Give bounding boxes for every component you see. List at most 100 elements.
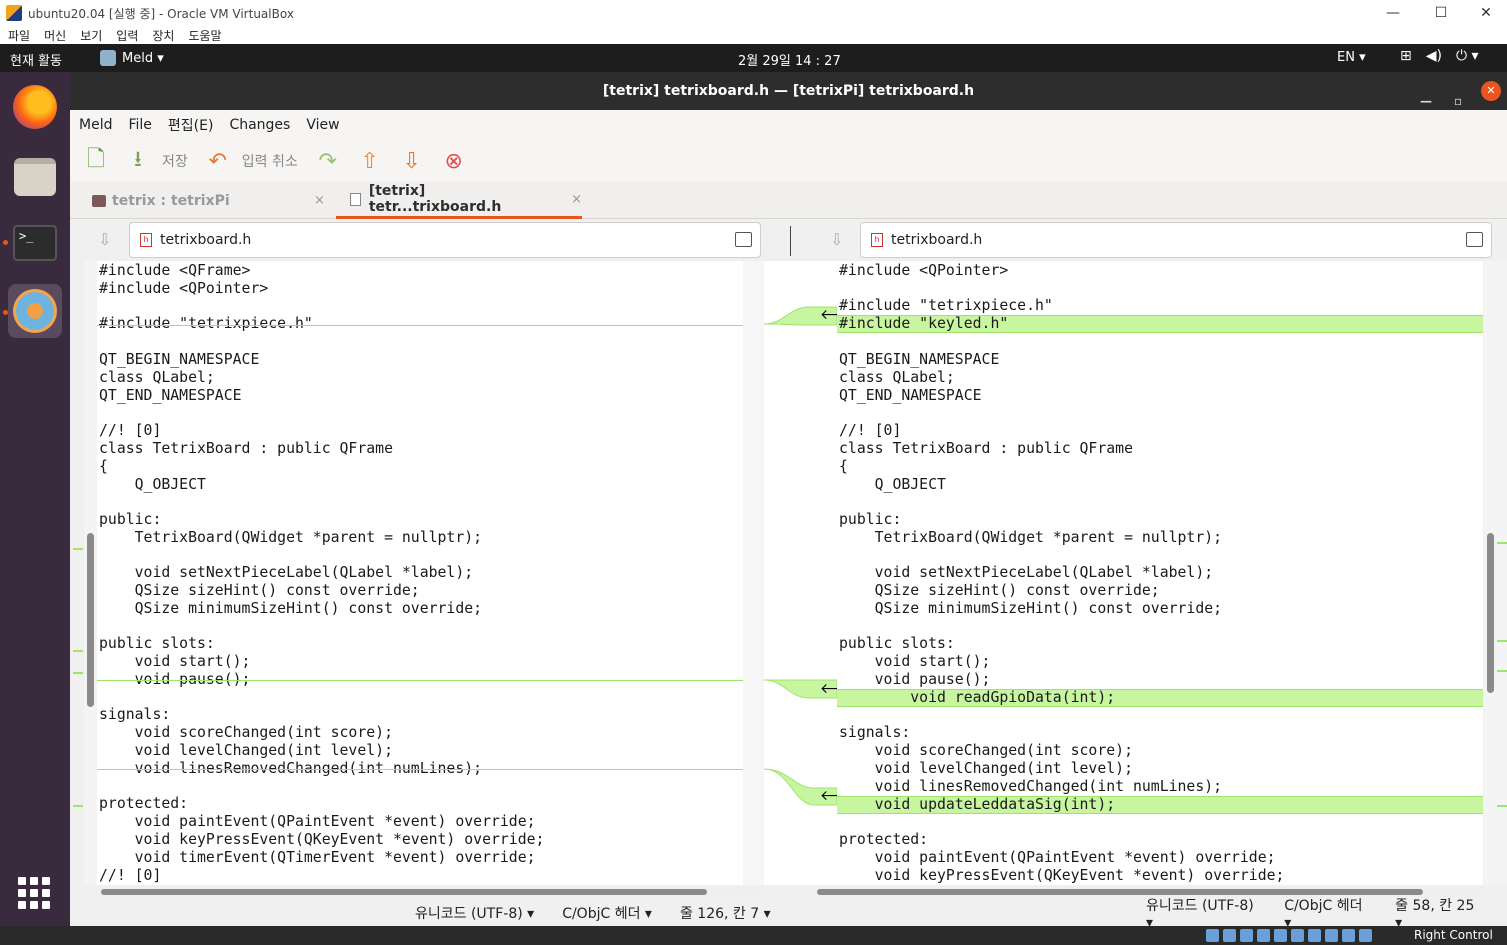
code-line[interactable]: #include <QPointer> (839, 262, 1008, 280)
menu-changes[interactable]: Changes (229, 117, 290, 133)
left-encoding-selector[interactable]: 유니코드 (UTF-8) ▾ (415, 903, 534, 923)
code-line[interactable]: public slots: (839, 635, 955, 653)
new-comparison-button[interactable]: 🗋 (84, 147, 108, 173)
left-code-pane[interactable]: #include <QFrame> #include <QPointer> #inc… (97, 261, 764, 885)
code-line[interactable]: { (839, 458, 848, 476)
volume-icon[interactable]: ◀) (1426, 48, 1442, 64)
left-cursor-position[interactable]: 줄 126, 칸 7 ▾ (680, 903, 771, 923)
code-line[interactable]: TetrixBoard(QWidget *parent = nullptr); (839, 529, 1222, 547)
code-line[interactable]: Q_OBJECT (99, 476, 206, 494)
system-tray[interactable]: ⊞ ◀) ⏻ ▾ (1400, 48, 1479, 64)
menu-file[interactable]: File (128, 117, 151, 133)
code-line[interactable]: Q_OBJECT (839, 476, 946, 494)
language-indicator[interactable]: EN ▾ (1337, 50, 1366, 65)
redo-button[interactable]: ↷ (316, 149, 340, 174)
vbox-menu-input[interactable]: 입력 (116, 27, 138, 44)
power-icon[interactable]: ⏻ ▾ (1456, 48, 1479, 64)
dock-files[interactable] (8, 150, 62, 204)
stop-button[interactable]: ⊗ (442, 149, 466, 174)
left-horizontal-scrollbar[interactable] (97, 887, 764, 897)
right-code-pane[interactable]: #include <QPointer> #include "tetrixpiece… (837, 261, 1483, 885)
code-line[interactable]: void scoreChanged(int score); (99, 724, 393, 742)
menu-view[interactable]: View (306, 117, 339, 133)
code-line[interactable]: QT_END_NAMESPACE (99, 387, 242, 405)
code-line[interactable]: protected: (839, 831, 928, 849)
file-options-icon[interactable] (735, 232, 752, 247)
minimize-icon[interactable]: — (1370, 0, 1416, 26)
code-line[interactable]: class TetrixBoard : public QFrame (99, 440, 393, 458)
code-line[interactable]: void start(); (99, 653, 251, 671)
vbox-menu-devices[interactable]: 장치 (152, 27, 174, 44)
code-line[interactable]: QT_BEGIN_NAMESPACE (839, 351, 999, 369)
code-line[interactable]: void levelChanged(int level); (839, 760, 1133, 778)
tab-close-icon[interactable]: × (571, 192, 582, 207)
right-overview-scrollbar[interactable] (1484, 261, 1507, 885)
code-line[interactable]: void scoreChanged(int score); (839, 742, 1133, 760)
scrollbar-thumb[interactable] (1487, 533, 1494, 693)
code-line[interactable]: public: (839, 511, 901, 529)
scrollbar-thumb[interactable] (101, 889, 707, 895)
code-line[interactable]: void paintEvent(QPaintEvent *event) over… (839, 849, 1276, 867)
code-line[interactable]: TetrixBoard(QWidget *parent = nullptr); (99, 529, 482, 547)
file-options-icon[interactable] (1466, 232, 1483, 247)
code-line[interactable]: public slots: (99, 635, 215, 653)
left-file-bar[interactable]: h tetrixboard.h (129, 222, 761, 258)
left-overview-scrollbar[interactable] (84, 261, 97, 885)
vbox-menu-file[interactable]: 파일 (8, 27, 30, 44)
code-line[interactable]: class QLabel; (99, 369, 215, 387)
code-line[interactable]: void readGpioData(int); (839, 689, 1115, 707)
code-line[interactable]: #include <QFrame> (99, 262, 250, 280)
vbox-menu-machine[interactable]: 머신 (44, 27, 66, 44)
code-line[interactable]: void pause(); (839, 671, 991, 689)
code-line[interactable]: class TetrixBoard : public QFrame (839, 440, 1133, 458)
save-button[interactable]: ⭳ 저장 (126, 147, 188, 173)
code-line[interactable]: void keyPressEvent(QKeyEvent *event) ove… (839, 867, 1285, 885)
menu-edit[interactable]: 편집(E) (168, 115, 214, 135)
vbox-menu-help[interactable]: 도움말 (188, 27, 221, 44)
code-line[interactable]: //! [0] (99, 422, 161, 440)
left-language-selector[interactable]: C/ObjC 헤더 ▾ (562, 903, 652, 923)
code-line[interactable]: #include "tetrixpiece.h" (99, 315, 313, 333)
show-applications-icon[interactable] (18, 877, 50, 909)
code-line[interactable]: void timerEvent(QTimerEvent *event) over… (99, 849, 536, 867)
network-icon[interactable]: ⊞ (1400, 48, 1412, 64)
code-line[interactable]: void keyPressEvent(QKeyEvent *event) ove… (99, 831, 545, 849)
code-line[interactable]: void linesRemovedChanged(int numLines); (839, 778, 1222, 796)
code-line[interactable]: class QLabel; (839, 369, 955, 387)
code-line[interactable]: QSize sizeHint() const override; (99, 582, 420, 600)
code-line[interactable]: signals: (99, 706, 170, 724)
previous-change-button[interactable]: ⇧ (358, 149, 382, 174)
tab-close-icon[interactable]: × (314, 193, 325, 208)
menu-meld[interactable]: Meld (79, 117, 112, 133)
tab-folder-comparison[interactable]: tetrix : tetrixPi × (92, 182, 342, 219)
dock-terminal[interactable]: >_ (8, 216, 62, 270)
next-change-button[interactable]: ⇩ (400, 149, 424, 174)
code-line[interactable]: void updateLeddataSig(int); (839, 796, 1116, 814)
code-line[interactable]: QT_BEGIN_NAMESPACE (99, 351, 259, 369)
code-line[interactable]: //! [0] (839, 422, 901, 440)
code-line[interactable]: #include "keyled.h" (839, 315, 1008, 333)
app-menu[interactable]: Meld ▾ (100, 50, 164, 66)
code-line[interactable]: QT_END_NAMESPACE (839, 387, 982, 405)
dock-firefox[interactable] (8, 80, 62, 134)
scrollbar-thumb[interactable] (87, 533, 94, 707)
clock[interactable]: 2월 29일 14 : 27 (738, 50, 841, 69)
meld-close-icon[interactable]: ✕ (1481, 81, 1501, 101)
dock-meld[interactable] (8, 284, 62, 338)
code-line[interactable]: signals: (839, 724, 910, 742)
code-line[interactable]: QSize sizeHint() const override; (839, 582, 1160, 600)
code-line[interactable]: void setNextPieceLabel(QLabel *label); (839, 564, 1214, 582)
right-file-bar[interactable]: h tetrixboard.h (860, 222, 1492, 258)
code-line[interactable]: QSize minimumSizeHint() const override; (839, 600, 1222, 618)
code-line[interactable]: { (99, 458, 108, 476)
left-pane-down-icon[interactable]: ⇩ (98, 230, 111, 249)
maximize-icon[interactable]: ☐ (1418, 0, 1464, 26)
undo-button[interactable]: ↶ 입력 취소 (206, 149, 298, 174)
code-line[interactable]: #include <QPointer> (99, 280, 268, 298)
close-icon[interactable]: ✕ (1463, 0, 1507, 26)
right-pane-down-icon[interactable]: ⇩ (830, 230, 843, 249)
vbox-menu-view[interactable]: 보기 (80, 27, 102, 44)
code-line[interactable]: QSize minimumSizeHint() const override; (99, 600, 482, 618)
code-line[interactable]: void setNextPieceLabel(QLabel *label); (99, 564, 474, 582)
code-line[interactable]: protected: (99, 795, 188, 813)
